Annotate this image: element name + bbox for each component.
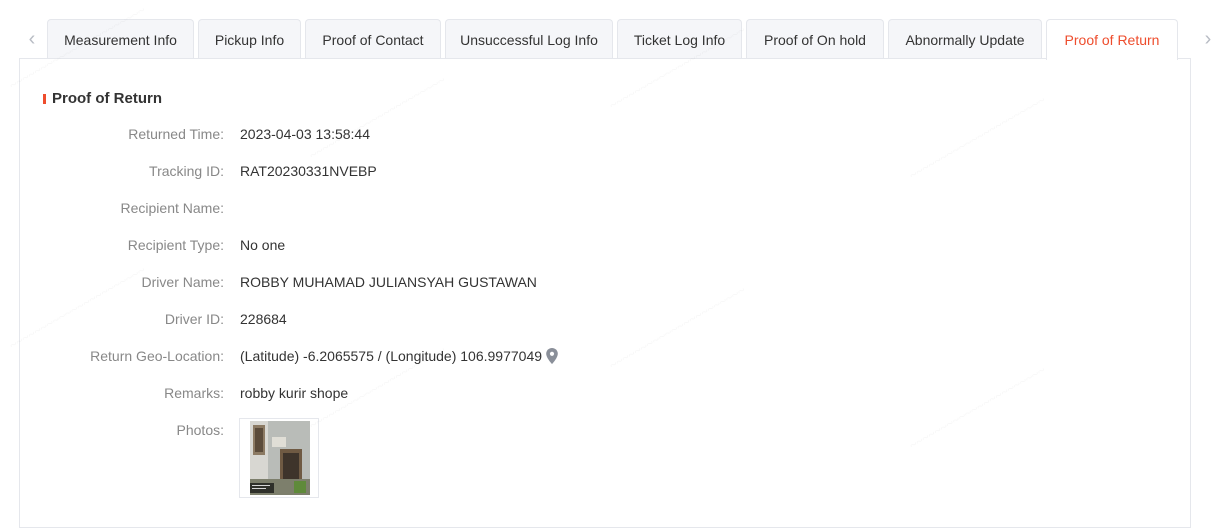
recipient-type-value: No one: [240, 237, 286, 253]
recipient-type-label: Recipient Type:: [127, 237, 224, 253]
section-accent-bar: [43, 94, 46, 104]
tabs-bar: ‹ Measurement Info Pickup Info Proof of …: [0, 0, 1225, 60]
returned-time-value: 2023-04-03 13:58:44: [240, 126, 370, 142]
tabs-scroll-left-icon[interactable]: ‹: [22, 20, 42, 58]
geo-location-label: Return Geo-Location:: [90, 348, 224, 364]
remarks-label: Remarks:: [164, 385, 224, 401]
map-pin-icon[interactable]: [545, 348, 559, 364]
driver-name-value: ROBBY MUHAMAD JULIANSYAH GUSTAWAN: [240, 274, 537, 290]
driver-id-value: 228684: [240, 311, 287, 327]
returned-time-label: Returned Time:: [128, 126, 224, 142]
remarks-value: robby kurir shope: [240, 385, 349, 401]
tab-pickup-info[interactable]: Pickup Info: [198, 19, 301, 59]
tab-unsuccessful-log-info[interactable]: Unsuccessful Log Info: [445, 19, 613, 59]
tab-proof-of-return[interactable]: Proof of Return: [1046, 19, 1178, 60]
section-title: Proof of Return: [52, 90, 162, 107]
tracking-id-label: Tracking ID:: [149, 163, 224, 179]
tab-measurement-info[interactable]: Measurement Info: [47, 19, 194, 59]
tabs-scroll-right-icon[interactable]: ›: [1198, 20, 1218, 58]
tab-abnormally-update[interactable]: Abnormally Update: [888, 19, 1042, 59]
photos-label: Photos:: [176, 422, 224, 438]
tab-proof-of-on-hold[interactable]: Proof of On hold: [746, 19, 884, 59]
tab-ticket-log-info[interactable]: Ticket Log Info: [617, 19, 742, 59]
tab-proof-of-contact[interactable]: Proof of Contact: [305, 19, 441, 59]
return-photo-thumbnail[interactable]: [239, 418, 319, 498]
recipient-name-label: Recipient Name:: [120, 200, 225, 216]
house-photo-image: [250, 421, 310, 495]
driver-id-label: Driver ID:: [164, 311, 224, 327]
driver-name-label: Driver Name:: [141, 274, 224, 290]
geo-location-value: (Latitude) -6.2065575 / (Longitude) 106.…: [240, 348, 543, 364]
tracking-id-value: RAT20230331NVEBP: [240, 163, 377, 179]
